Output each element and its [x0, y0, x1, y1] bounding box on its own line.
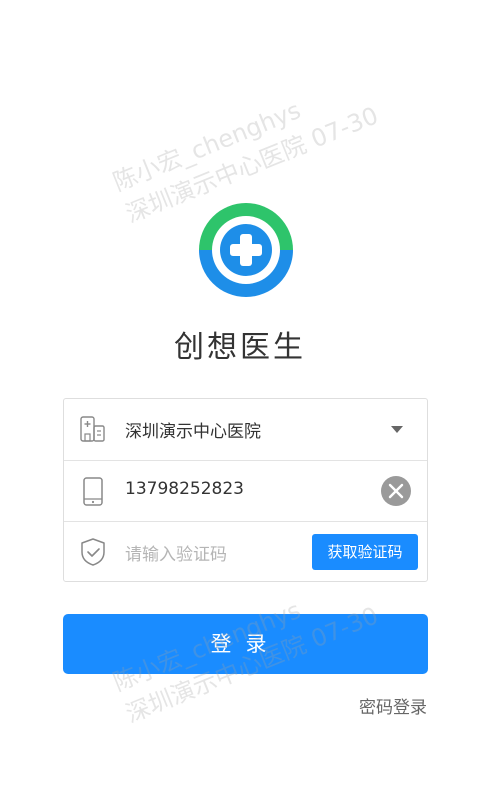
code-field[interactable]: 请输入验证码 获取验证码: [64, 521, 427, 582]
close-icon: [388, 483, 404, 499]
get-code-button[interactable]: 获取验证码: [312, 534, 418, 570]
clear-phone-button[interactable]: [381, 476, 411, 506]
dropdown-caret-icon[interactable]: [391, 426, 403, 434]
app-logo: [199, 203, 293, 297]
code-input[interactable]: 请输入验证码: [125, 540, 227, 565]
phone-field[interactable]: 13798252823: [64, 460, 427, 521]
hospital-value: 深圳演示中心医院: [125, 422, 261, 442]
shield-check-icon: [81, 538, 105, 566]
password-login-link[interactable]: 密码登录: [359, 693, 427, 718]
watermark-line1: 陈小宏_chenghys: [109, 96, 305, 197]
hospital-icon: [80, 416, 105, 442]
phone-value: 13798252823: [125, 479, 244, 499]
hospital-select[interactable]: 深圳演示中心医院: [64, 399, 427, 459]
app-title: 创想医生: [174, 330, 306, 365]
login-form: 深圳演示中心医院 13798252823 请输入验证码 获取验证码: [63, 398, 428, 582]
login-button[interactable]: 登录: [63, 614, 428, 674]
phone-icon: [83, 477, 103, 506]
